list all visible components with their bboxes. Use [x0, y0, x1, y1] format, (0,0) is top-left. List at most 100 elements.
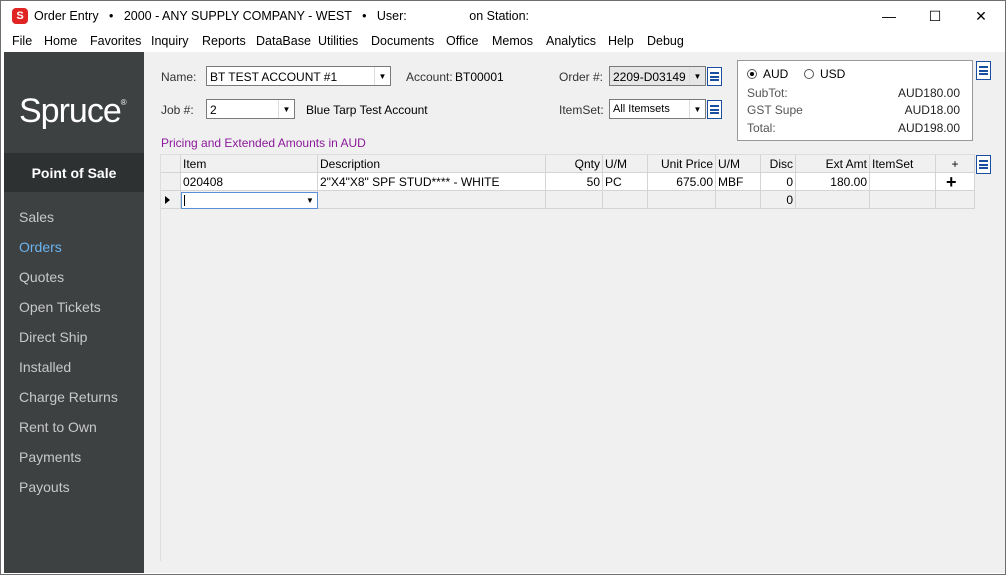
section-title: Point of Sale [4, 153, 144, 192]
cell-qnty[interactable] [546, 191, 603, 209]
nav-open-tickets[interactable]: Open Tickets [19, 299, 101, 315]
subtotal-label: SubTot: [747, 86, 788, 100]
menu-documents[interactable]: Documents [371, 34, 434, 48]
spruce-app-icon: S [12, 8, 28, 24]
totals-menu-icon[interactable] [976, 61, 991, 80]
spruce-logo: Spruce® [19, 92, 127, 131]
cell-item[interactable]: 020408 [181, 173, 318, 191]
order-number-value: 2209-D03149 [613, 70, 686, 84]
col-header-unit-price[interactable]: Unit Price [648, 155, 716, 173]
order-number-dropdown[interactable]: 2209-D03149 ▼ [609, 66, 706, 86]
col-header-add[interactable]: + [936, 155, 975, 173]
cell-qnty[interactable]: 50 [546, 173, 603, 191]
total-label: Total: [747, 121, 776, 135]
usd-radio[interactable] [804, 69, 814, 79]
usd-radio-label[interactable]: USD [820, 67, 845, 81]
cell-itemset[interactable] [870, 173, 936, 191]
logo-registered-mark: ® [120, 98, 127, 107]
nav-payouts[interactable]: Payouts [19, 479, 70, 495]
cell-description[interactable]: 2"X4"X8" SPF STUD**** - WHITE [318, 173, 546, 191]
nav-payments[interactable]: Payments [19, 449, 81, 465]
chevron-down-icon[interactable]: ▼ [303, 193, 317, 208]
plus-icon[interactable]: + [946, 173, 957, 190]
col-header-qnty[interactable]: Qnty [546, 155, 603, 173]
menu-debug[interactable]: Debug [647, 34, 684, 48]
menu-inquiry[interactable]: Inquiry [151, 34, 189, 48]
subtotal-value: AUD180.00 [897, 86, 960, 100]
order-number-label: Order #: [559, 70, 604, 84]
cell-unit-price[interactable]: 675.00 [648, 173, 716, 191]
row-header[interactable] [161, 191, 181, 209]
itemset-dropdown[interactable]: All Itemsets ▼ [609, 99, 706, 119]
current-row-arrow-icon [165, 196, 170, 204]
chevron-down-icon[interactable]: ▼ [278, 100, 294, 118]
window-title: Order Entry • 2000 - ANY SUPPLY COMPANY … [34, 9, 530, 23]
col-header-um[interactable]: U/M [603, 155, 648, 173]
nav-sales[interactable]: Sales [19, 209, 54, 225]
job-label: Job #: [161, 103, 194, 117]
menu-home[interactable]: Home [44, 34, 77, 48]
cell-unit-price[interactable] [648, 191, 716, 209]
menu-analytics[interactable]: Analytics [546, 34, 596, 48]
menu-database[interactable]: DataBase [256, 34, 311, 48]
add-line-cell[interactable]: + [936, 173, 975, 191]
nav-direct-ship[interactable]: Direct Ship [19, 329, 87, 345]
nav-quotes[interactable]: Quotes [19, 269, 64, 285]
nav-installed[interactable]: Installed [19, 359, 71, 375]
text-caret [184, 195, 185, 206]
col-header-ext-amt[interactable]: Ext Amt [796, 155, 870, 173]
nav-rent-to-own[interactable]: Rent to Own [19, 419, 97, 435]
gst-label: GST Supe [747, 103, 803, 117]
cell-um[interactable]: PC [603, 173, 648, 191]
col-header-description[interactable]: Description [318, 155, 546, 173]
menu-help[interactable]: Help [608, 34, 634, 48]
cell-ext-amt[interactable]: 180.00 [796, 173, 870, 191]
nav-charge-returns[interactable]: Charge Returns [19, 389, 118, 405]
logo-text: Spruce [19, 92, 122, 130]
menu-memos[interactable]: Memos [492, 34, 533, 48]
chevron-down-icon[interactable]: ▼ [689, 100, 705, 118]
cell-itemset[interactable] [870, 191, 936, 209]
sidebar: Spruce® Point of Sale Sales Orders Quote… [4, 52, 144, 573]
grid-menu-icon[interactable] [976, 155, 991, 174]
menu-reports[interactable]: Reports [202, 34, 246, 48]
col-header-disc[interactable]: Disc [761, 155, 796, 173]
title-bar: S Order Entry • 2000 - ANY SUPPLY COMPAN… [1, 1, 1005, 31]
name-dropdown[interactable]: BT TEST ACCOUNT #1 ▼ [206, 66, 391, 86]
menu-utilities[interactable]: Utilities [318, 34, 358, 48]
chevron-down-icon[interactable]: ▼ [689, 67, 705, 85]
row-header[interactable] [161, 173, 181, 191]
col-header-item[interactable]: Item [181, 155, 318, 173]
cell-disc[interactable]: 0 [761, 191, 796, 209]
minimize-button[interactable]: — [866, 1, 912, 31]
row-header-corner [161, 155, 181, 173]
nav-orders[interactable]: Orders [19, 239, 62, 255]
cell-disc[interactable]: 0 [761, 173, 796, 191]
col-header-itemset[interactable]: ItemSet [870, 155, 936, 173]
col-header-price-um[interactable]: U/M [716, 155, 761, 173]
cell-price-um[interactable]: MBF [716, 173, 761, 191]
order-entry-window: S Order Entry • 2000 - ANY SUPPLY COMPAN… [0, 0, 1006, 575]
cell-price-um[interactable] [716, 191, 761, 209]
item-entry-combo[interactable]: ▼ [181, 192, 318, 209]
cell-description[interactable] [318, 191, 546, 209]
job-dropdown[interactable]: 2 ▼ [206, 99, 295, 119]
cell-um[interactable] [603, 191, 648, 209]
close-button[interactable]: ✕ [958, 1, 1004, 31]
gst-value: AUD18.00 [904, 103, 960, 117]
totals-panel: AUD USD SubTot: AUD180.00 GST Supe AUD18… [737, 60, 973, 141]
account-value: BT00001 [455, 70, 504, 84]
order-lines-grid: Item Description Qnty U/M Unit Price U/M… [160, 154, 975, 561]
menu-file[interactable]: File [12, 34, 32, 48]
menu-favorites[interactable]: Favorites [90, 34, 141, 48]
maximize-button[interactable]: ☐ [912, 1, 958, 31]
aud-radio-label[interactable]: AUD [763, 67, 788, 81]
chevron-down-icon[interactable]: ▼ [374, 67, 390, 85]
name-label: Name: [161, 70, 197, 84]
itemset-list-icon[interactable] [707, 100, 722, 119]
aud-radio[interactable] [747, 69, 757, 79]
add-line-cell[interactable] [936, 191, 975, 209]
order-list-icon[interactable] [707, 67, 722, 86]
menu-office[interactable]: Office [446, 34, 478, 48]
cell-ext-amt[interactable] [796, 191, 870, 209]
